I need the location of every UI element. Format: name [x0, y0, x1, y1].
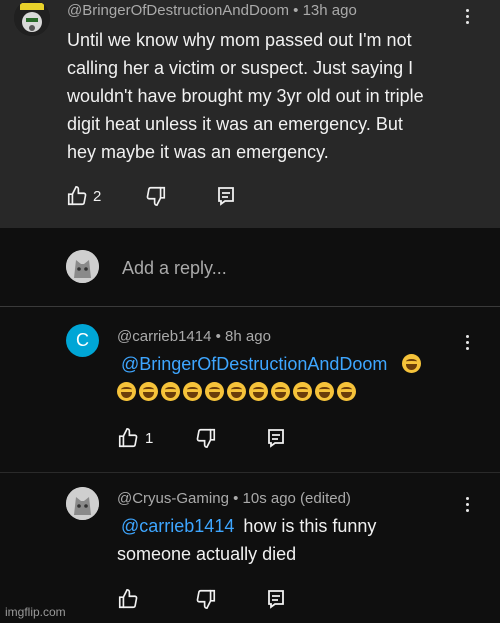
avatar-image: [66, 487, 99, 520]
comment-time[interactable]: 10s ago (edited): [243, 490, 351, 507]
like-count: 1: [145, 430, 154, 447]
tears-of-joy-icon: [139, 382, 158, 401]
comment-time[interactable]: 8h ago: [225, 328, 271, 345]
reply-button[interactable]: [266, 588, 286, 610]
comment-text-line: hey maybe it was an emergency.: [67, 142, 329, 162]
mention-link[interactable]: @carrieb1414: [121, 516, 234, 536]
tears-of-joy-icon: [337, 382, 356, 401]
mention-link[interactable]: @BringerOfDestructionAndDoom: [121, 354, 387, 374]
dislike-button[interactable]: [195, 588, 217, 610]
divider: [0, 472, 500, 473]
tears-of-joy-icon: [227, 382, 246, 401]
like-count: 2: [93, 188, 102, 205]
tears-of-joy-icon: [402, 354, 422, 373]
reply-icon: [268, 590, 284, 609]
emoji-row: [117, 378, 477, 406]
more-vert-icon[interactable]: [457, 494, 477, 514]
avatar[interactable]: [66, 487, 99, 520]
reply-button[interactable]: [216, 185, 236, 207]
comment-text-line: someone actually died: [117, 544, 297, 564]
avatar-letter: C: [76, 330, 89, 350]
thumb-up-icon: [118, 589, 138, 609]
more-vert-icon[interactable]: [457, 332, 477, 352]
thumb-down-icon: [196, 428, 216, 448]
comment-text-line: Until we know why mom passed out I'm not: [67, 30, 412, 50]
comment-author[interactable]: @BringerOfDestructionAndDoom: [67, 2, 289, 19]
dislike-button[interactable]: [145, 185, 167, 207]
thumb-down-icon: [146, 186, 166, 206]
comment-text-segment: how is this funny: [243, 516, 377, 536]
comment-text-line: calling her a victim or suspect. Just sa…: [67, 58, 414, 78]
like-button[interactable]: [66, 185, 88, 207]
dislike-button[interactable]: [195, 427, 217, 449]
add-reply-input[interactable]: Add a reply...: [122, 258, 227, 279]
reply-button[interactable]: [266, 427, 286, 449]
avatar[interactable]: C: [66, 324, 99, 357]
comment-text-line: digit heat unless it was an emergency. B…: [67, 114, 403, 134]
like-button[interactable]: [117, 588, 139, 610]
parent-comment: @BringerOfDestructionAndDoom • 13h ago U…: [0, 0, 500, 228]
comment-text: @BringerOfDestructionAndDoom: [117, 350, 477, 406]
more-vert-icon[interactable]: [457, 6, 477, 26]
reply-icon: [218, 187, 234, 206]
comment-text: @carrieb1414 how is this funny someone a…: [117, 512, 477, 568]
thumb-down-icon: [196, 589, 216, 609]
tears-of-joy-icon: [249, 382, 268, 401]
watermark: imgflip.com: [5, 605, 66, 619]
tears-of-joy-icon: [293, 382, 312, 401]
thumb-up-icon: [67, 186, 87, 206]
comment-text: Until we know why mom passed out I'm not…: [67, 26, 487, 166]
dot-separator: •: [233, 490, 243, 507]
comment-time[interactable]: 13h ago: [303, 2, 357, 19]
comment-author[interactable]: @carrieb1414: [117, 328, 211, 345]
comment-author[interactable]: @Cryus-Gaming: [117, 490, 229, 507]
avatar[interactable]: [66, 250, 99, 283]
divider: [0, 306, 500, 307]
tears-of-joy-icon: [271, 382, 290, 401]
thumb-up-icon: [118, 428, 138, 448]
reply-icon: [268, 429, 284, 448]
avatar[interactable]: [14, 0, 50, 36]
tears-of-joy-icon: [183, 382, 202, 401]
avatar-image: [14, 0, 50, 36]
dot-separator: •: [293, 2, 303, 19]
tears-of-joy-icon: [161, 382, 180, 401]
tears-of-joy-icon: [315, 382, 334, 401]
like-button[interactable]: [117, 427, 139, 449]
dot-separator: •: [215, 328, 226, 345]
comment-text-line: wouldn't have brought my 3yr old out in …: [67, 86, 424, 106]
tears-of-joy-icon: [205, 382, 224, 401]
tears-of-joy-icon: [117, 382, 136, 401]
avatar-image: [66, 250, 99, 283]
